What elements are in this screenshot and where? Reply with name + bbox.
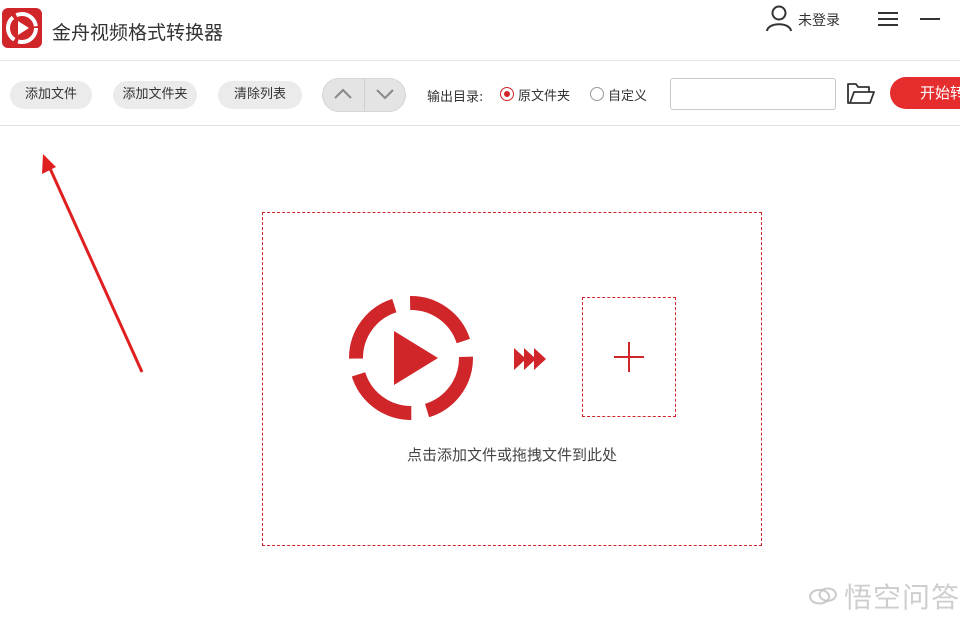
folder-open-icon[interactable]	[846, 81, 876, 107]
triple-arrow-icon	[514, 348, 546, 370]
chevron-down-icon	[375, 86, 395, 105]
clear-list-button[interactable]: 清除列表	[218, 81, 302, 109]
radio-original-folder[interactable]: 原文件夹	[500, 85, 571, 104]
drop-hint-text: 点击添加文件或拖拽文件到此处	[406, 446, 617, 464]
play-logo-icon	[349, 296, 473, 420]
watermark-logo-icon	[809, 587, 837, 605]
add-file-button[interactable]: 添加文件	[10, 81, 92, 109]
radio-custom-indicator	[590, 87, 604, 101]
plus-icon	[614, 342, 644, 372]
login-status-label: 未登录	[798, 13, 840, 29]
move-down-button[interactable]	[363, 79, 406, 111]
login-button[interactable]: 未登录	[764, 4, 840, 36]
toolbar: 添加文件 添加文件夹 清除列表 输出目录: 原文件夹 自定义 开始转换	[0, 60, 960, 126]
output-path-input[interactable]	[670, 78, 836, 110]
radio-custom-label: 自定义	[608, 88, 648, 104]
app-title: 金舟视频格式转换器	[52, 22, 224, 44]
output-dir-label: 输出目录:	[427, 90, 484, 105]
title-bar: 金舟视频格式转换器 未登录	[0, 0, 960, 60]
minimize-icon[interactable]	[918, 8, 942, 30]
radio-original-indicator	[500, 87, 514, 101]
chevron-up-icon	[333, 86, 353, 105]
add-file-plus-box[interactable]	[582, 297, 676, 417]
user-icon	[764, 4, 794, 36]
radio-custom-folder[interactable]: 自定义	[590, 85, 648, 104]
red-arrow-annotation-icon	[42, 154, 144, 373]
app-logo-icon	[2, 8, 42, 48]
hamburger-menu-icon[interactable]	[876, 8, 900, 30]
move-buttons-group	[322, 78, 406, 112]
radio-original-label: 原文件夹	[518, 88, 571, 104]
watermark-text: 悟空问答	[843, 581, 960, 614]
add-folder-button[interactable]: 添加文件夹	[113, 81, 197, 109]
move-up-button[interactable]	[323, 79, 364, 111]
drop-zone[interactable]	[262, 212, 762, 546]
watermark: 悟空问答	[808, 576, 960, 616]
start-convert-button[interactable]: 开始转换	[890, 77, 960, 109]
